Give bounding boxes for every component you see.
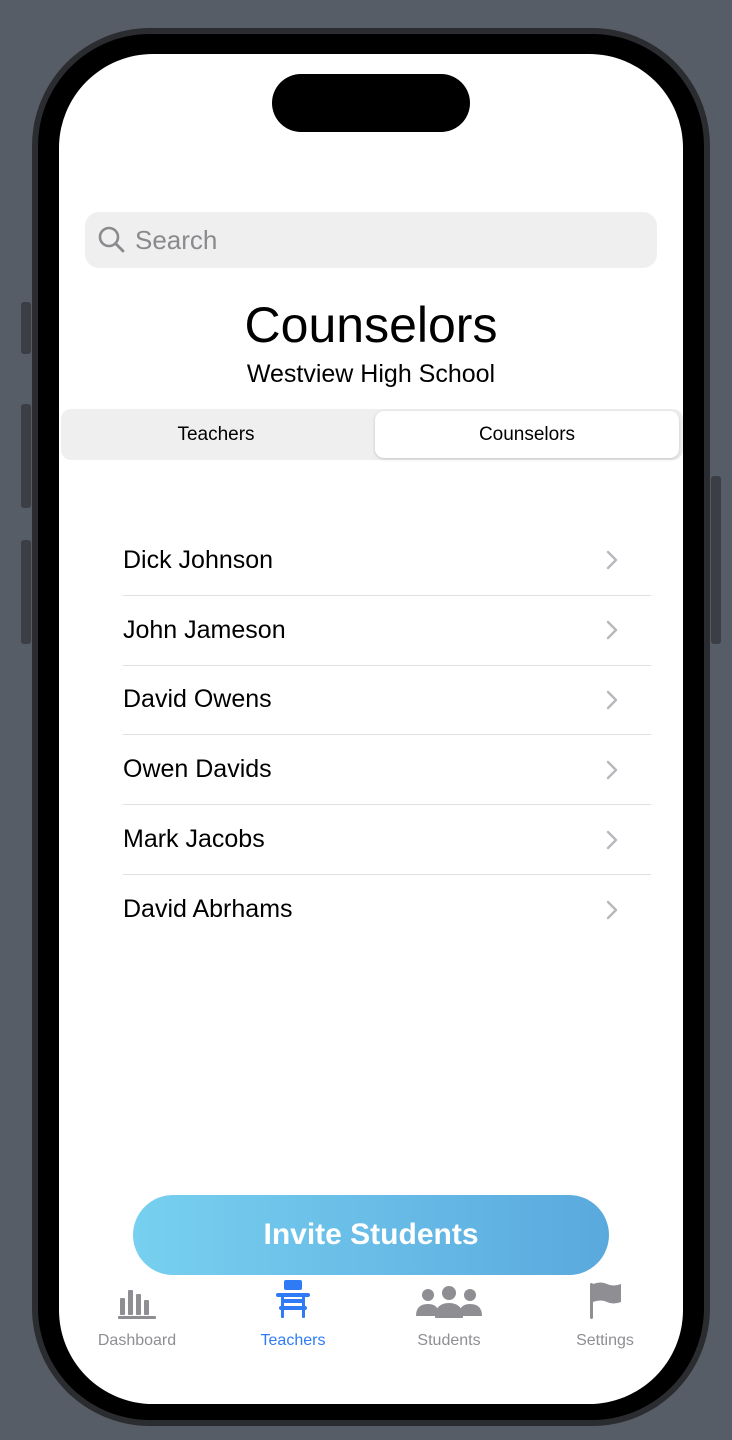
invite-students-button[interactable]: Invite Students [133, 1195, 609, 1275]
segmented-control: Teachers Counselors [61, 409, 683, 460]
list-item-name: Owen Davids [123, 755, 272, 784]
tab-students[interactable]: Students [371, 1280, 527, 1350]
segment-counselors[interactable]: Counselors [375, 411, 679, 458]
power-button [711, 476, 721, 644]
tab-teachers[interactable]: Teachers [215, 1280, 371, 1350]
page-title: Counselors [244, 297, 498, 353]
chevron-right-icon [606, 551, 618, 570]
volume-down-button [21, 540, 31, 644]
tab-label: Dashboard [97, 1332, 177, 1349]
list-item[interactable]: John Jameson [123, 596, 651, 666]
tab-label: Teachers [260, 1332, 326, 1349]
chevron-right-icon [606, 690, 618, 710]
tab-dashboard[interactable]: Dashboard [59, 1280, 215, 1350]
volume-up-button [21, 404, 31, 508]
chevron-right-icon [606, 900, 618, 920]
flag-icon [590, 1282, 621, 1319]
search-icon [98, 226, 125, 253]
dynamic-island [272, 74, 470, 132]
tab-settings[interactable]: Settings [527, 1280, 683, 1350]
tab-label: Students [417, 1332, 481, 1349]
list-item-name: Mark Jacobs [123, 825, 265, 854]
people-icon [416, 1286, 482, 1318]
desk-chair-icon [276, 1280, 310, 1318]
search-bar[interactable]: Search [85, 212, 657, 268]
list-item[interactable]: Owen Davids [123, 735, 651, 806]
page-subtitle: Westview High School [246, 360, 496, 388]
list-item-name: Dick Johnson [123, 545, 274, 574]
list-item[interactable]: David Owens [123, 666, 651, 736]
list-item-name: David Abrhams [123, 895, 293, 924]
counselor-list: Dick Johnson John Jameson David Owens Ow… [123, 526, 651, 945]
chevron-right-icon [606, 830, 618, 849]
search-input[interactable]: Search [135, 225, 217, 256]
list-item[interactable]: David Abrhams [123, 875, 651, 945]
segment-teachers[interactable]: Teachers [63, 411, 369, 458]
tab-label: Settings [576, 1332, 634, 1349]
list-item-name: John Jameson [123, 615, 286, 644]
list-item-name: David Owens [123, 685, 272, 714]
list-item[interactable]: Mark Jacobs [123, 805, 651, 875]
chevron-right-icon [606, 760, 618, 779]
tab-bar: Dashboard Teachers Students Settings [59, 1280, 683, 1360]
list-item[interactable]: Dick Johnson [123, 526, 651, 596]
chevron-right-icon [606, 620, 618, 640]
chart-bars-icon [118, 1290, 156, 1319]
phone-screen: Search Counselors Westview High School T… [59, 54, 683, 1404]
silent-switch [21, 302, 31, 354]
